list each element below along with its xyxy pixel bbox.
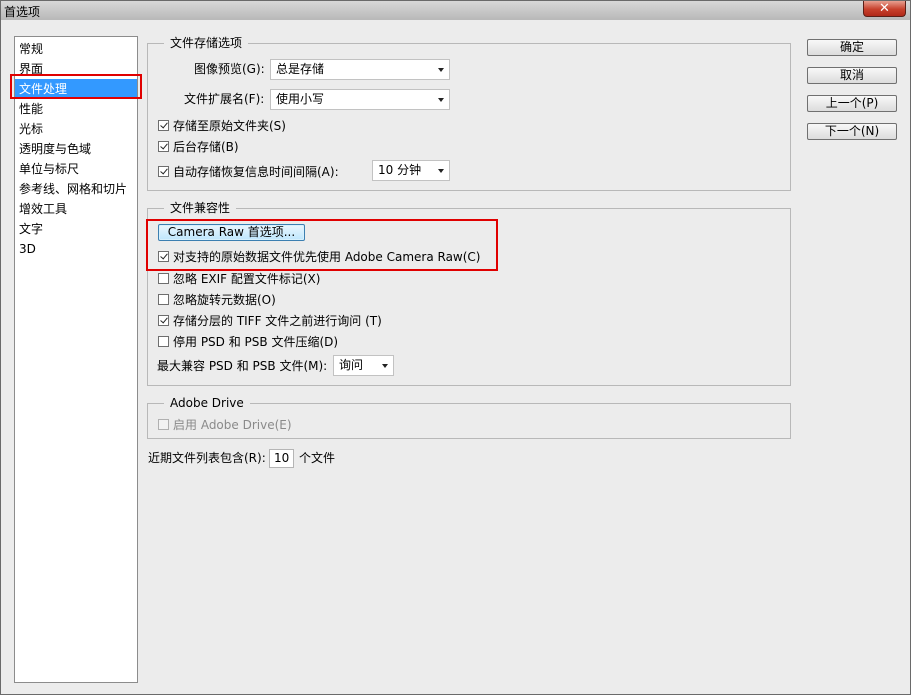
chevron-down-icon: [438, 98, 444, 102]
sidebar-item-type[interactable]: 文字: [15, 219, 137, 239]
sidebar-item-cursors[interactable]: 光标: [15, 119, 137, 139]
disable-compression-option[interactable]: 停用 PSD 和 PSB 文件压缩(D): [158, 332, 338, 350]
category-list[interactable]: 常规 界面 文件处理 性能 光标 透明度与色域 单位与标尺 参考线、网格和切片 …: [14, 36, 138, 683]
file-saving-legend: 文件存储选项: [164, 35, 249, 51]
cancel-button[interactable]: 取消: [807, 67, 897, 84]
autosave-checkbox[interactable]: [158, 165, 169, 177]
enable-adobe-drive-label: 启用 Adobe Drive(E): [173, 417, 292, 432]
window-title: 首选项: [4, 5, 41, 19]
recent-files-label: 近期文件列表包含(R):: [148, 451, 266, 465]
autosave-interval-value: 10 分钟: [378, 163, 422, 177]
sidebar-item-general[interactable]: 常规: [15, 39, 137, 59]
max-compat-select[interactable]: 询问: [333, 355, 394, 376]
prev-button[interactable]: 上一个(P): [807, 95, 897, 112]
background-save-option[interactable]: 后台存储(B): [158, 137, 239, 155]
ignore-exif-label: 忽略 EXIF 配置文件标记(X): [173, 271, 321, 286]
autosave-option[interactable]: 自动存储恢复信息时间间隔(A):: [158, 162, 339, 180]
sidebar-item-interface[interactable]: 界面: [15, 59, 137, 79]
close-icon: ✕: [879, 1, 890, 16]
ignore-rotation-label: 忽略旋转元数据(O): [173, 292, 276, 307]
sidebar-item-performance[interactable]: 性能: [15, 99, 137, 119]
max-compat-value: 询问: [339, 358, 364, 372]
close-button[interactable]: ✕: [863, 1, 906, 17]
sidebar-item-guides-grid-slices[interactable]: 参考线、网格和切片: [15, 179, 137, 199]
ask-layered-tiff-option[interactable]: 存储分层的 TIFF 文件之前进行询问 (T): [158, 311, 382, 329]
ignore-rotation-option[interactable]: 忽略旋转元数据(O): [158, 290, 276, 308]
save-original-folder-label: 存储至原始文件夹(S): [173, 118, 286, 133]
disable-compression-checkbox[interactable]: [158, 335, 169, 347]
save-original-folder-checkbox[interactable]: [158, 119, 169, 131]
recent-files-suffix: 个文件: [299, 451, 336, 465]
image-preview-select[interactable]: 总是存储: [270, 59, 450, 80]
save-original-folder-option[interactable]: 存储至原始文件夹(S): [158, 116, 286, 134]
sidebar-item-plugins[interactable]: 增效工具: [15, 199, 137, 219]
chevron-down-icon: [438, 169, 444, 173]
image-preview-label: 图像预览(G):: [194, 62, 265, 76]
image-preview-value: 总是存储: [276, 62, 325, 76]
camera-raw-preferences-button[interactable]: Camera Raw 首选项...: [158, 224, 305, 241]
ask-layered-tiff-label: 存储分层的 TIFF 文件之前进行询问 (T): [173, 313, 382, 328]
title-bar[interactable]: 首选项 ✕: [1, 1, 910, 20]
ignore-exif-checkbox[interactable]: [158, 272, 169, 284]
file-compatibility-legend: 文件兼容性: [164, 200, 237, 216]
sidebar-item-transparency-gamut[interactable]: 透明度与色域: [15, 139, 137, 159]
autosave-label: 自动存储恢复信息时间间隔(A):: [173, 164, 339, 179]
sidebar-item-3d[interactable]: 3D: [15, 239, 137, 259]
enable-adobe-drive-option[interactable]: 启用 Adobe Drive(E): [158, 415, 292, 433]
disable-compression-label: 停用 PSD 和 PSB 文件压缩(D): [173, 334, 339, 349]
chevron-down-icon: [438, 68, 444, 72]
next-button[interactable]: 下一个(N): [807, 123, 897, 140]
ignore-exif-option[interactable]: 忽略 EXIF 配置文件标记(X): [158, 269, 320, 287]
enable-adobe-drive-checkbox[interactable]: [158, 418, 169, 430]
preferences-window: 首选项 ✕ 常规 界面 文件处理 性能 光标 透明度与色域 单位与标尺 参考线、…: [0, 0, 911, 695]
prefer-acr-checkbox[interactable]: [158, 250, 169, 262]
file-extension-value: 使用小写: [276, 92, 325, 106]
background-save-checkbox[interactable]: [158, 140, 169, 152]
file-extension-label: 文件扩展名(F):: [184, 92, 265, 106]
ignore-rotation-checkbox[interactable]: [158, 293, 169, 305]
autosave-interval-select[interactable]: 10 分钟: [372, 160, 450, 181]
ask-layered-tiff-checkbox[interactable]: [158, 314, 169, 326]
adobe-drive-legend: Adobe Drive: [164, 395, 250, 411]
chevron-down-icon: [382, 364, 388, 368]
recent-files-input[interactable]: 10: [269, 449, 294, 468]
max-compat-label: 最大兼容 PSD 和 PSB 文件(M):: [157, 359, 328, 373]
background-save-label: 后台存储(B): [173, 139, 239, 154]
file-extension-select[interactable]: 使用小写: [270, 89, 450, 110]
ok-button[interactable]: 确定: [807, 39, 897, 56]
prefer-acr-label: 对支持的原始数据文件优先使用 Adobe Camera Raw(C): [173, 249, 481, 264]
sidebar-item-units-rulers[interactable]: 单位与标尺: [15, 159, 137, 179]
prefer-acr-option[interactable]: 对支持的原始数据文件优先使用 Adobe Camera Raw(C): [158, 247, 480, 265]
sidebar-item-file-handling[interactable]: 文件处理: [15, 79, 137, 99]
